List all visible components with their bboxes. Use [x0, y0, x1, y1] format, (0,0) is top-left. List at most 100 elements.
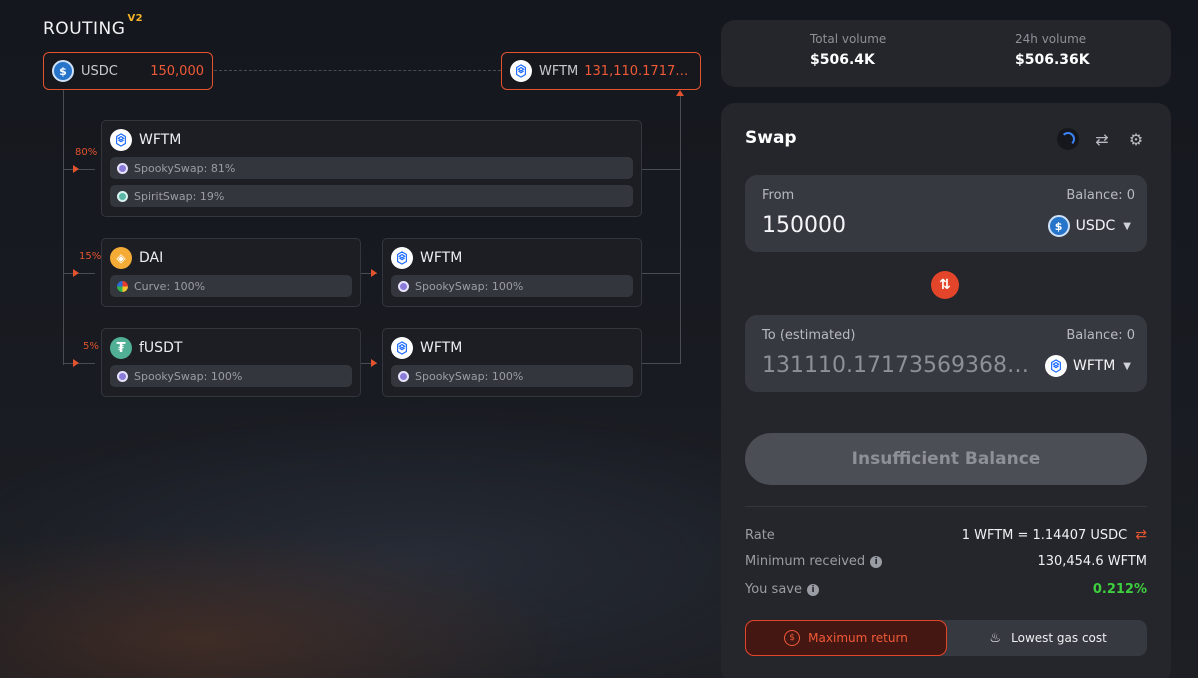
you-save-label: You save	[745, 582, 802, 597]
route-arrow	[371, 269, 377, 277]
dai-icon: ◈	[110, 247, 132, 269]
route-hop: WFTM SpookySwap: 81% SpiritSwap: 19%	[101, 120, 642, 217]
volume-24h-stat: 24h volume $506.36K	[1015, 32, 1090, 68]
route-percent: 5%	[83, 341, 99, 352]
wftm-icon	[1045, 355, 1068, 377]
min-received-row: Minimum received i 130,454.6 WFTM	[745, 554, 1147, 569]
route-hop: WFTM SpookySwap: 100%	[382, 328, 642, 397]
volume-stats-panel: Total volume $506.4K 24h volume $506.36K	[721, 20, 1171, 87]
min-received-value: 130,454.6 WFTM	[1037, 554, 1147, 569]
dollar-circle-icon: $	[784, 630, 801, 646]
info-icon[interactable]: i	[870, 555, 883, 568]
total-volume-value: $506.4K	[810, 52, 875, 68]
total-volume-stat: Total volume $506.4K	[810, 32, 886, 68]
pool-item: SpookySwap: 100%	[391, 275, 633, 297]
to-amount-output: 131110.17173569368172877	[762, 353, 1032, 378]
from-amount-input[interactable]: 150000	[762, 213, 846, 238]
from-token-symbol: USDC	[1075, 218, 1116, 234]
route-connector	[642, 363, 680, 364]
spookyswap-icon	[117, 162, 128, 174]
routing-title: ROUTINGV2	[43, 13, 144, 39]
route-percent: 80%	[75, 147, 98, 158]
route-source-amount: 150,000	[150, 63, 204, 79]
max-return-option[interactable]: $ Maximum return	[745, 620, 947, 656]
fusdt-icon: ₮	[110, 337, 132, 359]
gear-icon[interactable]: ⚙	[1125, 128, 1147, 150]
rate-row: Rate 1 WFTM = 1.14407 USDC ⇄	[745, 527, 1147, 543]
chevron-down-icon: ▼	[1123, 220, 1131, 232]
hop-token-symbol: DAI	[139, 250, 164, 266]
volume-24h-label: 24h volume	[1015, 32, 1087, 46]
spookyswap-icon	[398, 370, 409, 382]
min-received-label: Minimum received	[745, 554, 866, 569]
route-connector	[642, 169, 680, 170]
route-arrow	[73, 359, 79, 367]
route-source-symbol: USDC	[81, 63, 118, 79]
route-dashed-connector	[214, 70, 501, 71]
usdc-icon: $	[52, 60, 74, 82]
pool-item: SpiritSwap: 19%	[110, 185, 633, 207]
to-label: To (estimated)	[762, 328, 856, 343]
route-arrow	[371, 359, 377, 367]
route-arrow	[73, 269, 79, 277]
spookyswap-icon	[117, 370, 128, 382]
spiritswap-icon	[117, 190, 128, 202]
route-arrow-up	[676, 90, 684, 96]
flip-direction-button[interactable]: ⇅	[931, 271, 959, 299]
route-source-token: $ USDC 150,000	[43, 52, 213, 90]
swap-rate-icon[interactable]: ⇄	[1135, 527, 1147, 543]
wftm-icon	[391, 337, 413, 359]
to-field: To (estimated) Balance: 0 131110.1717356…	[745, 315, 1147, 392]
lowest-gas-option[interactable]: ♨ Lowest gas cost	[947, 620, 1147, 656]
route-hop: ◈ DAI Curve: 100%	[101, 238, 361, 307]
route-destination-token: WFTM 131,110.17173569...	[501, 52, 701, 90]
to-token-symbol: WFTM	[1073, 358, 1116, 374]
wftm-icon	[510, 60, 532, 82]
volume-24h-value: $506.36K	[1015, 52, 1090, 68]
swap-panel: Swap ⇄ ⚙ From Balance: 0 150000 $ USDC ▼…	[721, 103, 1171, 678]
insufficient-balance-button[interactable]: Insufficient Balance	[745, 433, 1147, 485]
to-token-select[interactable]: WFTM ▼	[1045, 355, 1131, 377]
usdc-icon: $	[1047, 215, 1070, 237]
hop-token-symbol: WFTM	[420, 250, 463, 266]
route-connector	[642, 273, 680, 274]
refresh-icon[interactable]: ⇄	[1091, 128, 1113, 150]
route-mode-toggle: $ Maximum return ♨ Lowest gas cost	[745, 620, 1147, 656]
from-label: From	[762, 188, 795, 203]
route-hop: WFTM SpookySwap: 100%	[382, 238, 642, 307]
from-token-select[interactable]: $ USDC ▼	[1047, 215, 1131, 237]
rate-label: Rate	[745, 527, 775, 543]
swap-title: Swap	[745, 128, 797, 148]
divider	[745, 506, 1147, 507]
pool-item: Curve: 100%	[110, 275, 352, 297]
spookyswap-icon	[398, 280, 409, 292]
route-hop: ₮ fUSDT SpookySwap: 100%	[101, 328, 361, 397]
pool-item: SpookySwap: 100%	[110, 365, 352, 387]
route-connector	[63, 273, 95, 274]
flame-icon: ♨	[989, 630, 1001, 646]
hop-token-symbol: WFTM	[420, 340, 463, 356]
refresh-timer-icon[interactable]	[1057, 128, 1079, 150]
route-trunk-left	[63, 90, 64, 365]
chevron-down-icon: ▼	[1123, 360, 1131, 372]
wftm-icon	[391, 247, 413, 269]
to-balance: Balance: 0	[1066, 328, 1135, 343]
lowest-gas-label: Lowest gas cost	[1011, 631, 1107, 645]
pool-item: SpookySwap: 100%	[391, 365, 633, 387]
hop-token-symbol: WFTM	[139, 132, 182, 148]
wftm-icon	[110, 129, 132, 151]
rate-value: 1 WFTM = 1.14407 USDC	[961, 527, 1128, 543]
hop-token-symbol: fUSDT	[139, 340, 183, 356]
you-save-row: You save i 0.212%	[745, 582, 1147, 597]
from-balance: Balance: 0	[1066, 188, 1135, 203]
route-trunk-right	[680, 96, 681, 364]
route-destination-symbol: WFTM	[539, 63, 579, 79]
route-connector	[63, 363, 95, 364]
curve-icon	[117, 280, 128, 292]
route-percent: 15%	[79, 251, 102, 262]
from-field: From Balance: 0 150000 $ USDC ▼	[745, 175, 1147, 252]
info-icon[interactable]: i	[806, 583, 819, 596]
route-connector	[63, 169, 95, 170]
version-badge: V2	[127, 13, 144, 25]
route-arrow	[73, 165, 79, 173]
